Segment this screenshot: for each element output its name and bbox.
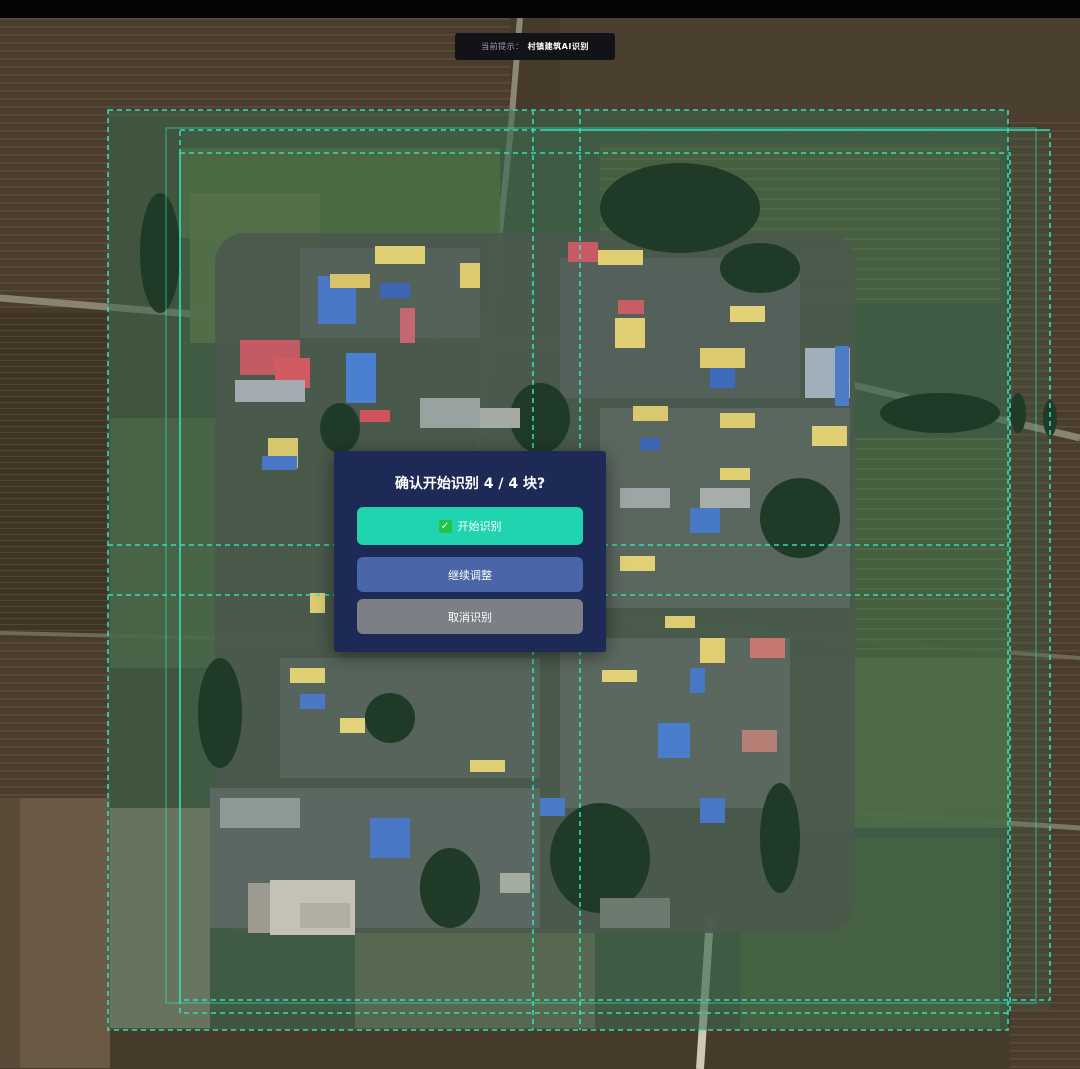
- continue-adjust-label: 继续调整: [448, 568, 492, 582]
- start-recognition-label: 开始识别: [457, 520, 502, 533]
- top-black-bar: [0, 0, 1080, 18]
- confirm-dialog: 确认开始识别 4 / 4 块? ✓ 开始识别 继续调整 取消识别: [334, 451, 606, 652]
- hint-value: 村镇建筑AI识别: [527, 42, 589, 51]
- hint-label: 当前提示：: [481, 42, 524, 51]
- continue-adjust-button[interactable]: 继续调整: [357, 557, 583, 592]
- cancel-recognition-button[interactable]: 取消识别: [357, 599, 583, 634]
- dialog-title: 确认开始识别 4 / 4 块?: [394, 476, 546, 492]
- hint-bar: 当前提示： 村镇建筑AI识别: [455, 33, 615, 60]
- cancel-recognition-label: 取消识别: [448, 610, 492, 624]
- check-icon: ✓: [438, 519, 452, 533]
- start-recognition-button[interactable]: ✓ 开始识别: [357, 507, 583, 545]
